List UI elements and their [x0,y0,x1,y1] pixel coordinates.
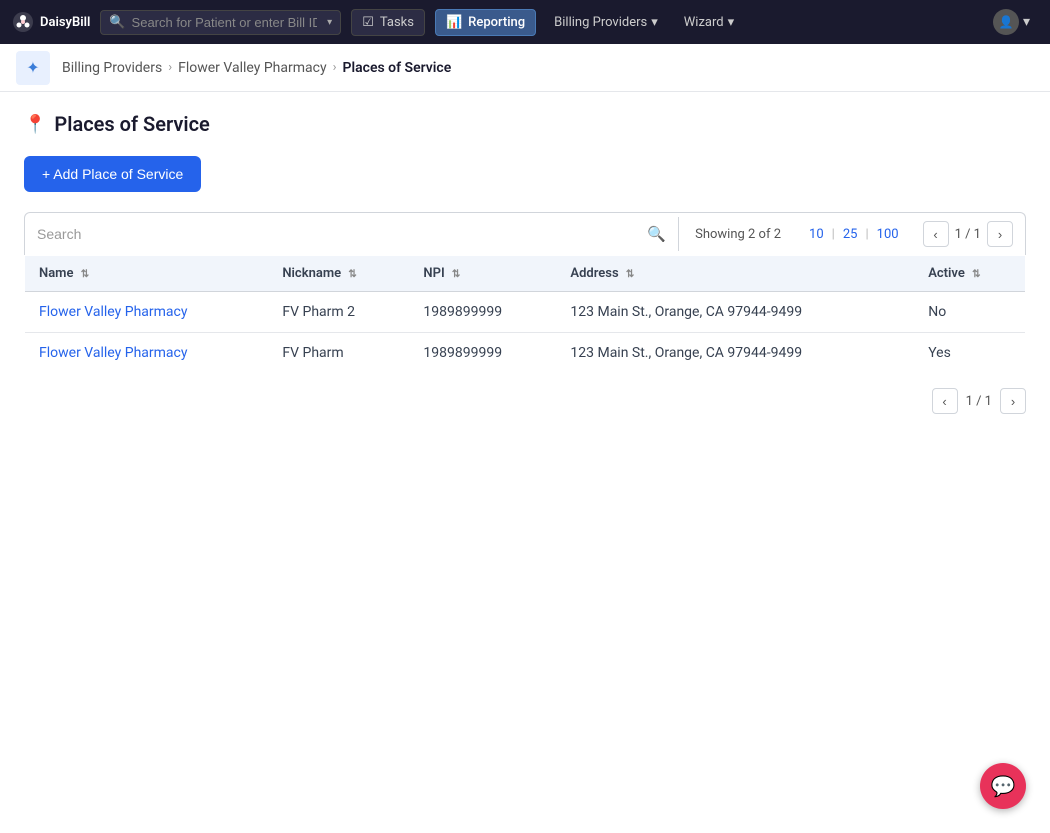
nickname-sort-icon: ⇅ [348,269,356,280]
page-navigation: ‹ 1 / 1 › [911,213,1025,255]
chat-support-button[interactable]: 💬 [980,763,1026,809]
breadcrumb-home-icon[interactable]: ✦ [16,51,50,85]
bottom-pagination: ‹ 1 / 1 › [24,374,1026,428]
page-indicator: 1 / 1 [955,227,981,242]
page-content: 📍 Places of Service + Add Place of Servi… [0,92,1050,448]
places-of-service-table: Name ⇅ Nickname ⇅ NPI ⇅ Address ⇅ Active… [24,255,1026,374]
name-sort-icon: ⇅ [81,269,89,280]
col-header-npi[interactable]: NPI ⇅ [409,256,556,292]
table-search-icon[interactable]: 🔍 [647,225,666,243]
reporting-label: Reporting [468,15,525,30]
page-title: 📍 Places of Service [24,112,1026,136]
col-header-nickname[interactable]: Nickname ⇅ [268,256,409,292]
page-size-100[interactable]: 100 [873,225,903,244]
table-search-area[interactable]: 🔍 [25,217,679,251]
pagination-info: Showing 2 of 2 [679,219,797,250]
breadcrumb: ✦ Billing Providers › Flower Valley Phar… [0,44,1050,92]
page-size-sep-2: | [865,227,868,242]
next-page-button[interactable]: › [987,221,1013,247]
cell-nickname-1: FV Pharm [268,333,409,374]
global-search-bar[interactable]: 🔍 ▾ [100,10,341,35]
bottom-prev-page-button[interactable]: ‹ [932,388,958,414]
tasks-label: Tasks [380,15,414,30]
col-header-name[interactable]: Name ⇅ [25,256,269,292]
breadcrumb-current: Places of Service [343,60,452,76]
billing-providers-label: Billing Providers [554,15,647,30]
col-header-active[interactable]: Active ⇅ [914,256,1025,292]
place-name-link-1[interactable]: Flower Valley Pharmacy [39,345,188,361]
table-search-input[interactable] [37,226,639,242]
page-size-sep-1: | [832,227,835,242]
cell-name-0: Flower Valley Pharmacy [25,292,269,333]
avatar: 👤 [993,9,1019,35]
wizard-label: Wizard [684,15,724,30]
address-sort-icon: ⇅ [626,269,634,280]
chat-icon: 💬 [991,774,1016,798]
table-controls: 🔍 Showing 2 of 2 10 | 25 | 100 ‹ 1 / 1 › [24,212,1026,255]
reporting-button[interactable]: 📊 Reporting [435,9,536,36]
location-pin-icon: 📍 [24,114,46,135]
page-size-25[interactable]: 25 [839,225,862,244]
col-header-address[interactable]: Address ⇅ [556,256,914,292]
table-row: Flower Valley Pharmacy FV Pharm 2 198989… [25,292,1026,333]
breadcrumb-separator-1: › [168,60,172,75]
page-size-controls: 10 | 25 | 100 [797,217,911,252]
search-dropdown-arrow-icon[interactable]: ▾ [327,17,332,28]
reporting-icon: 📊 [446,15,462,30]
page-size-10[interactable]: 10 [805,225,828,244]
active-sort-icon: ⇅ [972,269,980,280]
npi-sort-icon: ⇅ [452,269,460,280]
cell-active-0: No [914,292,1025,333]
tasks-icon: ☑ [362,15,374,30]
place-name-link-0[interactable]: Flower Valley Pharmacy [39,304,188,320]
breadcrumb-billing-providers[interactable]: Billing Providers [62,60,162,76]
top-navigation: DaisyBill 🔍 ▾ ☑ Tasks 📊 Reporting Billin… [0,0,1050,44]
global-search-input[interactable] [132,15,318,30]
page-title-text: Places of Service [54,112,209,136]
prev-page-button[interactable]: ‹ [923,221,949,247]
cell-npi-1: 1989899999 [409,333,556,374]
billing-providers-nav[interactable]: Billing Providers ▾ [546,10,666,35]
cell-address-0: 123 Main St., Orange, CA 97944-9499 [556,292,914,333]
tasks-button[interactable]: ☑ Tasks [351,9,425,36]
breadcrumb-separator-2: › [333,60,337,75]
user-menu[interactable]: 👤 ▾ [985,4,1038,40]
bottom-page-indicator: 1 / 1 [966,394,992,409]
add-place-of-service-button[interactable]: + Add Place of Service [24,156,201,192]
cell-name-1: Flower Valley Pharmacy [25,333,269,374]
user-chevron-icon: ▾ [1023,14,1030,30]
billing-providers-chevron-icon: ▾ [651,15,658,30]
app-name: DaisyBill [40,15,90,30]
bottom-next-page-button[interactable]: › [1000,388,1026,414]
wizard-chevron-icon: ▾ [728,15,735,30]
breadcrumb-pharmacy[interactable]: Flower Valley Pharmacy [178,60,327,76]
cell-active-1: Yes [914,333,1025,374]
table-row: Flower Valley Pharmacy FV Pharm 19898999… [25,333,1026,374]
search-icon: 🔍 [109,15,125,30]
wizard-nav[interactable]: Wizard ▾ [676,10,742,35]
table-header-row: Name ⇅ Nickname ⇅ NPI ⇅ Address ⇅ Active… [25,256,1026,292]
app-logo[interactable]: DaisyBill [12,11,90,33]
cell-npi-0: 1989899999 [409,292,556,333]
cell-address-1: 123 Main St., Orange, CA 97944-9499 [556,333,914,374]
cell-nickname-0: FV Pharm 2 [268,292,409,333]
